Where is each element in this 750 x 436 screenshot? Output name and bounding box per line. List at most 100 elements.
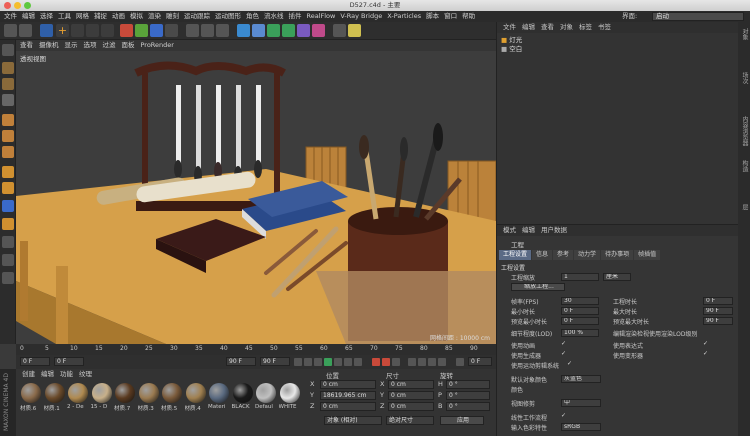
object-menu-item[interactable]: 标签 [579, 23, 592, 31]
cube-icon[interactable] [237, 24, 250, 37]
array-icon[interactable] [282, 24, 295, 37]
menu-item[interactable]: V-Ray Bridge [340, 12, 382, 20]
menu-item[interactable]: 模拟 [130, 12, 143, 20]
size-field[interactable]: 0 cm [388, 402, 434, 411]
make-editable-icon[interactable] [2, 44, 14, 56]
param-key-icon[interactable] [438, 358, 446, 366]
object-menu-item[interactable]: 对象 [560, 23, 573, 31]
next-frame-icon[interactable] [334, 358, 342, 366]
position-field[interactable]: 0 cm [320, 380, 376, 389]
viewport-menu-item[interactable]: 摄像机 [39, 41, 59, 49]
size-field[interactable]: 0 cm [388, 391, 434, 400]
menu-item[interactable]: 渲染 [148, 12, 161, 20]
solo-icon[interactable] [2, 218, 14, 230]
render-settings-icon[interactable] [216, 24, 229, 37]
input-color-select[interactable]: sRGB [561, 423, 601, 431]
position-key-icon[interactable] [408, 358, 416, 366]
model-mode-icon[interactable] [2, 62, 14, 74]
lock-workplane-icon[interactable] [2, 236, 14, 248]
prev-frame-icon[interactable] [314, 358, 322, 366]
attribute-tab[interactable]: 动力学 [574, 250, 601, 260]
material-swatch[interactable]: 材质.7 [114, 383, 136, 412]
next-key-icon[interactable] [344, 358, 352, 366]
viewport-menu-item[interactable]: 选项 [84, 41, 97, 49]
viewport-menu-item[interactable]: ProRender [141, 41, 174, 49]
side-tab[interactable]: 构造 [740, 160, 749, 172]
menu-item[interactable]: 运动图形 [215, 12, 241, 20]
zoom-window-button[interactable] [24, 2, 31, 9]
menu-item[interactable]: 运动跟踪 [184, 12, 210, 20]
start-frame-field[interactable]: 0 F [20, 357, 50, 366]
object-menu-item[interactable]: 编辑 [522, 23, 535, 31]
use-expressions-checkbox[interactable]: ✓ [703, 341, 709, 347]
menu-item[interactable]: 脚本 [426, 12, 439, 20]
use-motion-system-checkbox[interactable]: ✓ [567, 361, 573, 367]
material-swatch[interactable]: 材质.3 [138, 383, 160, 412]
project-scale-unit-select[interactable]: 厘米 [603, 273, 631, 281]
linear-workflow-checkbox[interactable]: ✓ [561, 413, 567, 419]
attribute-menu-item[interactable]: 编辑 [522, 226, 535, 234]
menu-item[interactable]: 选择 [40, 12, 53, 20]
material-menu-item[interactable]: 创建 [22, 370, 35, 378]
position-field[interactable]: 18619.965 cm [320, 391, 376, 400]
attribute-menu-item[interactable]: 用户数据 [541, 226, 567, 234]
snap-icon[interactable] [2, 200, 14, 212]
select-arrow-icon[interactable] [40, 24, 53, 37]
texture-mode-icon[interactable] [2, 78, 14, 90]
scale-key-icon[interactable] [428, 358, 436, 366]
last-frame-icon[interactable] [354, 358, 362, 366]
deformer-icon[interactable] [297, 24, 310, 37]
scale-project-button[interactable]: 缩放工程... [511, 283, 565, 291]
material-swatch[interactable]: 2 - De [67, 383, 89, 410]
scale-icon[interactable] [71, 24, 84, 37]
coord-mode-select[interactable]: 对象 (相对) [324, 416, 382, 425]
use-deformers-checkbox[interactable]: ✓ [703, 351, 709, 357]
menu-item[interactable]: 动画 [112, 12, 125, 20]
min-time-field[interactable]: 0 F [561, 307, 599, 315]
menu-item[interactable]: 窗口 [444, 12, 457, 20]
attribute-tab[interactable]: 工程设置 [499, 250, 532, 260]
prev-key-icon[interactable] [304, 358, 312, 366]
material-swatch[interactable]: Defaul [255, 383, 277, 410]
viewport-menu-item[interactable]: 显示 [65, 41, 78, 49]
default-color-select[interactable]: 灰蓝色 [561, 375, 601, 383]
material-menu-item[interactable]: 纹理 [79, 370, 92, 378]
material-swatch[interactable]: BLACK [232, 383, 254, 410]
play-icon[interactable] [324, 358, 332, 366]
rotate-icon[interactable] [86, 24, 99, 37]
view-clip-select[interactable]: 中 [561, 399, 601, 407]
pen-icon[interactable] [252, 24, 265, 37]
menu-item[interactable]: 角色 [246, 12, 259, 20]
attribute-tab[interactable]: 参考 [553, 250, 574, 260]
viewport-menu-item[interactable]: 查看 [20, 41, 33, 49]
attribute-tab[interactable]: 帧插值 [634, 250, 661, 260]
rotation-field[interactable]: 0 ° [446, 391, 490, 400]
material-swatch[interactable]: Materi [208, 383, 230, 410]
object-row[interactable]: ■ 空白 [501, 45, 522, 54]
viewport-menu-item[interactable]: 面板 [122, 41, 135, 49]
move-icon[interactable]: + [56, 24, 69, 37]
side-tab[interactable]: 内容浏览器 [740, 116, 749, 146]
material-swatch[interactable]: 材质.6 [20, 383, 42, 412]
recent-tool-icon[interactable] [101, 24, 114, 37]
menu-item[interactable]: 帮助 [462, 12, 475, 20]
undo-icon[interactable] [4, 24, 17, 37]
fps-field[interactable]: 30 [561, 297, 599, 305]
position-field[interactable]: 0 cm [320, 402, 376, 411]
min-frame-field[interactable]: 0 F [54, 357, 84, 366]
menu-item[interactable]: 流水线 [264, 12, 284, 20]
side-tab[interactable]: 场次 [740, 72, 749, 84]
render-view-icon[interactable] [186, 24, 199, 37]
menu-item[interactable]: 捕捉 [94, 12, 107, 20]
project-time-field[interactable]: 0 F [703, 297, 733, 305]
side-tab[interactable]: 层 [740, 204, 749, 210]
object-menu-item[interactable]: 书签 [598, 23, 611, 31]
key-selection-icon[interactable] [392, 358, 400, 366]
lod-field[interactable]: 100 % [561, 329, 599, 337]
use-generators-checkbox[interactable]: ✓ [561, 351, 567, 357]
workplane-icon[interactable] [2, 94, 14, 106]
object-menu-item[interactable]: 查看 [541, 23, 554, 31]
first-frame-icon[interactable] [294, 358, 302, 366]
menu-item[interactable]: 雕刻 [166, 12, 179, 20]
redo-icon[interactable] [19, 24, 32, 37]
